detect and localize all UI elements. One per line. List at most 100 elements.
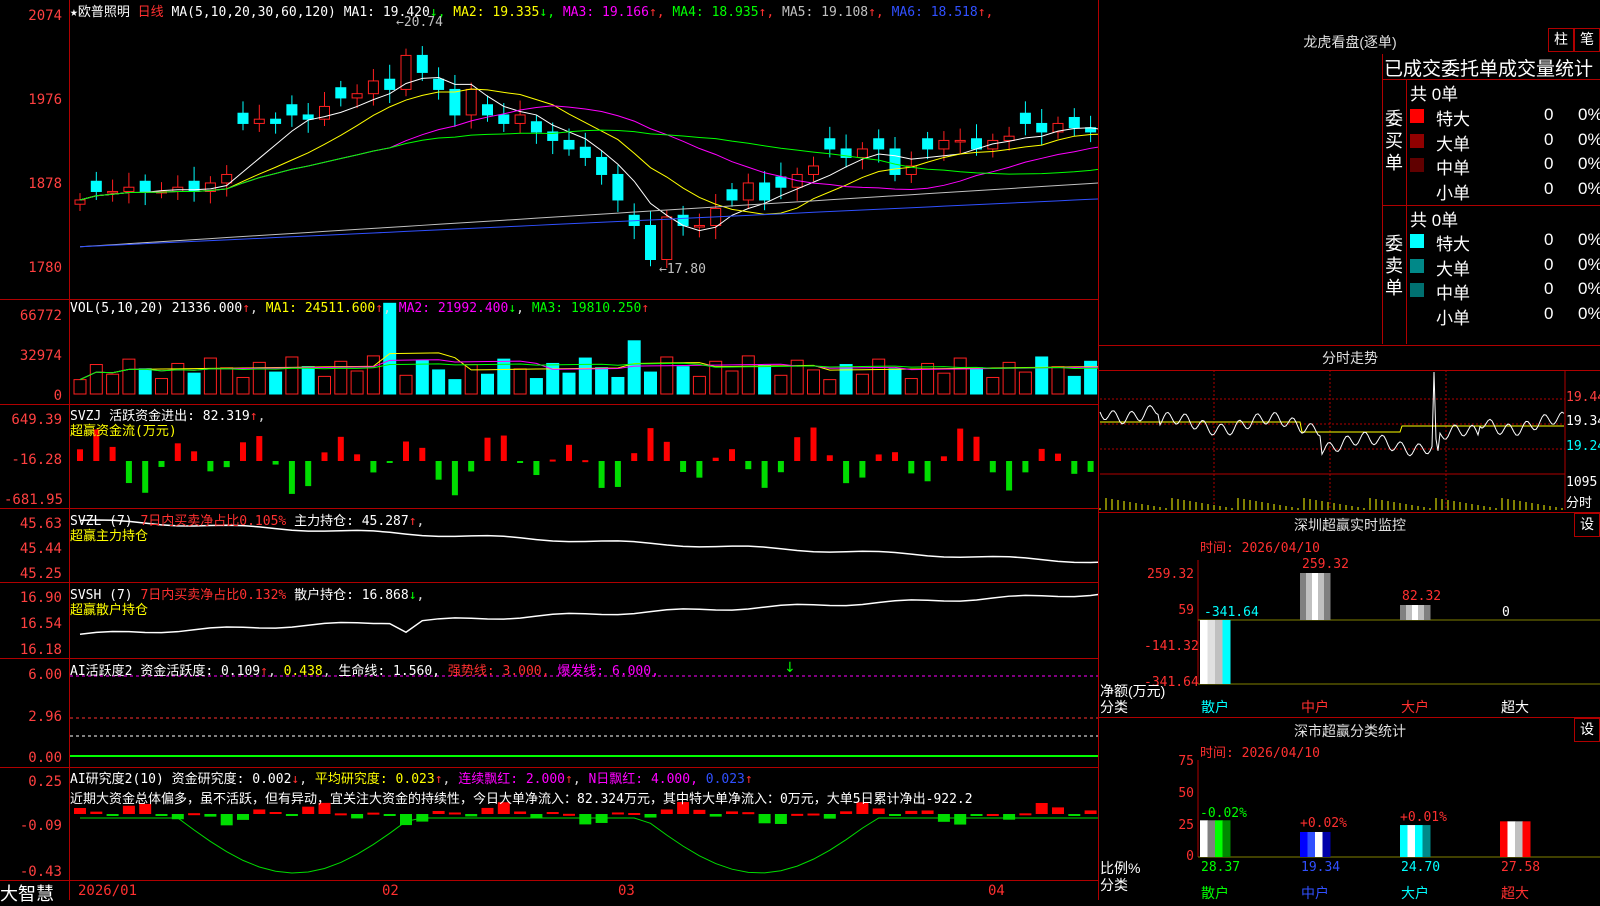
candle xyxy=(596,156,608,175)
candle xyxy=(824,138,836,150)
fund-flow-bar xyxy=(696,461,703,478)
volume-bar xyxy=(399,374,413,395)
fund-flow-bar xyxy=(729,449,735,461)
research-bar xyxy=(872,808,885,814)
period-label[interactable]: 日线 xyxy=(138,5,164,20)
candle xyxy=(74,199,86,205)
research-bar xyxy=(726,811,738,814)
fund-flow-bar xyxy=(419,447,426,461)
candle xyxy=(612,173,624,201)
sell-row-percent: 0% xyxy=(1578,230,1600,249)
date-2: 03 xyxy=(618,883,635,899)
research-bar xyxy=(905,810,918,814)
fund-flow-bar xyxy=(337,436,344,461)
stock-name[interactable]: ★欧普照明 xyxy=(70,5,130,20)
fund-flow-bar xyxy=(451,461,458,496)
fund-flow-bar xyxy=(305,461,312,487)
brand-logo[interactable]: 大智慧 xyxy=(0,880,54,906)
volume-bar xyxy=(562,372,576,395)
research-bar xyxy=(611,812,624,815)
fund-flow-bar xyxy=(386,461,393,463)
research-bar xyxy=(253,809,266,814)
fund-flow-bar xyxy=(1071,461,1078,474)
volume-bar xyxy=(986,376,1000,395)
buy-row-value: 0 xyxy=(1544,154,1554,173)
ma-header: MA(5,10,20,30,60,120) xyxy=(171,5,336,20)
candle xyxy=(677,214,689,226)
research-bar xyxy=(432,810,445,814)
candle xyxy=(482,104,493,116)
class-bar-3 xyxy=(1500,821,1531,857)
monitor-axis-2: -141.32 xyxy=(1144,639,1199,654)
sell-row: 中单 0 0% xyxy=(1410,279,1600,303)
candle xyxy=(286,104,298,116)
class-bar-0 xyxy=(1200,820,1231,857)
monitor-settings-button[interactable]: 设 xyxy=(1574,513,1600,537)
tick-mode-button[interactable]: 笔 xyxy=(1574,28,1600,52)
research-bar xyxy=(954,814,967,825)
volume-bar xyxy=(285,356,299,395)
volume-bar xyxy=(187,372,201,395)
fund-flow-bar xyxy=(272,461,279,465)
buy-row-value: 0 xyxy=(1544,105,1554,124)
ai-active-axis-1: 2.96 xyxy=(28,709,62,725)
date-3: 04 xyxy=(988,883,1005,899)
candle xyxy=(856,148,868,158)
research-bar xyxy=(563,813,575,816)
svsh-axis-2: 16.18 xyxy=(19,642,62,658)
buy-row-percent: 0% xyxy=(1578,154,1600,173)
candle xyxy=(579,146,591,158)
candle xyxy=(302,114,314,120)
volume-bar xyxy=(220,367,234,395)
ai-active-header: AI活跃度2 资金活跃度: 0.109↑, 0.438, 生命线: 1.560,… xyxy=(70,664,659,679)
candle xyxy=(514,114,526,124)
candle xyxy=(645,224,656,260)
buy-row-percent: 0% xyxy=(1578,178,1600,198)
research-bar xyxy=(1003,814,1016,820)
candle xyxy=(139,180,151,192)
fund-flow-bar xyxy=(745,461,752,470)
research-bar xyxy=(579,814,592,825)
main-chart-canvas[interactable]: ↓ xyxy=(0,0,1098,900)
volume-bar xyxy=(921,362,935,395)
candle xyxy=(237,112,249,124)
class-axis-0: 75 xyxy=(1178,754,1194,769)
volume-bar xyxy=(1051,366,1065,395)
sell-row-value: 0 xyxy=(1544,303,1554,323)
ai-comment: 近期大资金总体偏多，虽不活跃，但有异动，宜关注大资金的持续性，今日大单净流入：8… xyxy=(70,792,973,807)
intraday-top-line xyxy=(1098,345,1600,346)
fund-flow-bar xyxy=(892,452,898,461)
bar-mode-button[interactable]: 柱 xyxy=(1548,28,1574,52)
candle xyxy=(335,87,347,99)
sell-row: 特大 0 0% xyxy=(1410,230,1600,254)
fund-flow-bar xyxy=(207,461,214,472)
sell-row-name: 小单 xyxy=(1436,308,1470,328)
monitor-title: 深圳超赢实时监控 xyxy=(1294,517,1406,533)
class-bar-1 xyxy=(1300,831,1331,857)
research-bar xyxy=(351,814,364,819)
svzl-axis-2: 45.25 xyxy=(19,566,62,582)
class-value-3: 27.58 xyxy=(1501,860,1541,875)
fund-flow-bar xyxy=(256,436,263,461)
ma-value-3: MA3: 19.166 xyxy=(555,5,649,20)
class-bar-2 xyxy=(1400,825,1431,857)
volume-bar xyxy=(855,373,869,395)
research-bar xyxy=(889,814,901,816)
intraday-title-line xyxy=(1098,370,1600,371)
legend-swatch xyxy=(1410,182,1424,197)
volume-bar xyxy=(692,375,706,395)
class-value-2: 24.70 xyxy=(1401,860,1441,875)
fund-flow-bar xyxy=(875,454,882,461)
vol-axis-0: 66772 xyxy=(19,308,62,324)
volume-bar xyxy=(953,357,967,395)
fund-flow-bar xyxy=(403,441,409,461)
ma-line-5 xyxy=(79,182,1098,248)
class-axis-3: 0 xyxy=(1186,849,1194,864)
volume-bar xyxy=(383,302,397,395)
research-bar xyxy=(155,814,168,816)
research-bar xyxy=(514,811,527,814)
fund-flow-bar xyxy=(174,443,181,461)
volume-bar xyxy=(301,366,315,395)
class-settings-button[interactable]: 设 xyxy=(1574,718,1600,742)
monitor-bar-retail xyxy=(1200,620,1231,684)
